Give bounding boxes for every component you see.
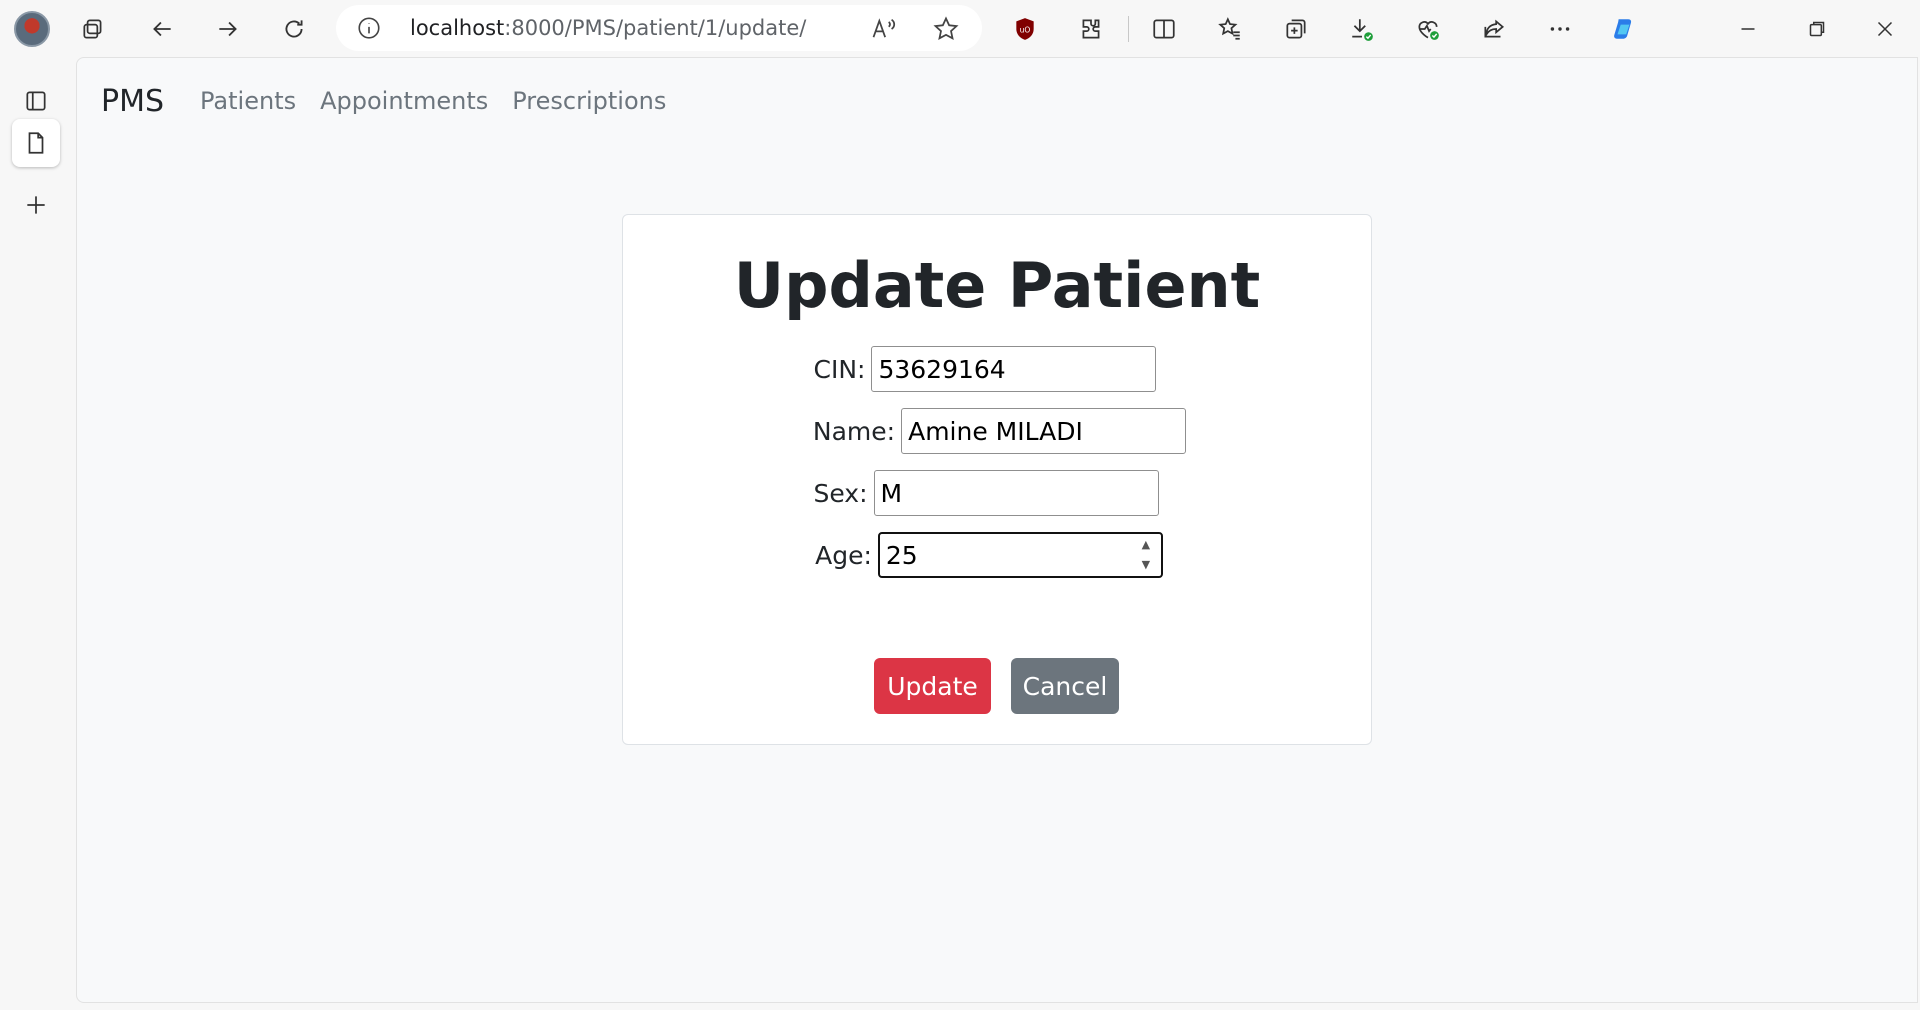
svg-text:uO: uO [1020,25,1031,34]
restore-icon[interactable] [1797,12,1837,46]
update-patient-card: Update Patient CIN: Name: Sex: Age: ▲ ▼ … [622,214,1372,745]
more-options-icon[interactable] [1540,12,1580,46]
spinner-up-icon[interactable]: ▲ [1142,538,1150,552]
profile-avatar[interactable] [14,11,50,47]
split-screen-icon[interactable] [1144,12,1184,46]
cin-input[interactable] [871,346,1157,392]
forward-icon[interactable] [208,12,248,46]
browser-titlebar: localhost:8000/PMS/patient/1/update/ uO [0,0,1920,57]
name-label: Name: [812,416,896,446]
workspaces-icon[interactable] [73,12,113,46]
site-info-icon[interactable] [356,15,382,41]
vertical-tabs-sidebar [0,57,76,1010]
nav-link-prescriptions[interactable]: Prescriptions [512,87,666,115]
cancel-button[interactable]: Cancel [1011,658,1119,714]
address-bar[interactable]: localhost:8000/PMS/patient/1/update/ [336,5,982,51]
sex-row: Sex: [623,470,1371,516]
favorite-star-icon[interactable] [932,15,960,43]
favorites-icon[interactable] [1210,12,1250,46]
share-icon[interactable] [1474,12,1514,46]
nav-link-appointments[interactable]: Appointments [320,87,488,115]
age-spinner[interactable]: ▲ ▼ [1139,538,1153,572]
cin-row: CIN: [623,346,1371,392]
collections-icon[interactable] [1276,12,1316,46]
new-tab-icon[interactable] [12,181,60,229]
ublock-icon[interactable]: uO [1005,12,1045,46]
age-label: Age: [815,540,872,570]
nav-link-patients[interactable]: Patients [200,87,296,115]
back-icon[interactable] [142,12,182,46]
minimize-icon[interactable] [1728,12,1768,46]
sex-label: Sex: [813,478,868,508]
sex-input[interactable] [873,470,1159,516]
toolbar-divider [1128,16,1129,42]
age-row: Age: ▲ ▼ [623,532,1371,578]
copilot-icon[interactable] [1604,12,1644,46]
page-viewport: PMS Patients Appointments Prescriptions … [76,57,1918,1003]
age-input[interactable] [877,532,1163,578]
refresh-icon[interactable] [274,12,314,46]
page-title: Update Patient [733,249,1261,322]
tab-actions-icon[interactable] [12,77,60,125]
app-navbar: PMS Patients Appointments Prescriptions [77,58,1917,144]
age-number-field: ▲ ▼ [877,532,1163,578]
name-input[interactable] [901,408,1187,454]
navbar-brand[interactable]: PMS [101,84,164,119]
name-row: Name: [623,408,1371,454]
downloads-icon[interactable] [1342,12,1382,46]
read-aloud-icon[interactable] [870,15,898,43]
close-icon[interactable] [1865,12,1905,46]
extensions-icon[interactable] [1071,12,1111,46]
update-button[interactable]: Update [874,658,991,714]
cin-label: CIN: [813,354,866,384]
active-tab-page-icon[interactable] [12,119,60,167]
browser-essentials-icon[interactable] [1408,12,1448,46]
url-text[interactable]: localhost:8000/PMS/patient/1/update/ [410,16,806,40]
spinner-down-icon[interactable]: ▼ [1142,558,1150,572]
